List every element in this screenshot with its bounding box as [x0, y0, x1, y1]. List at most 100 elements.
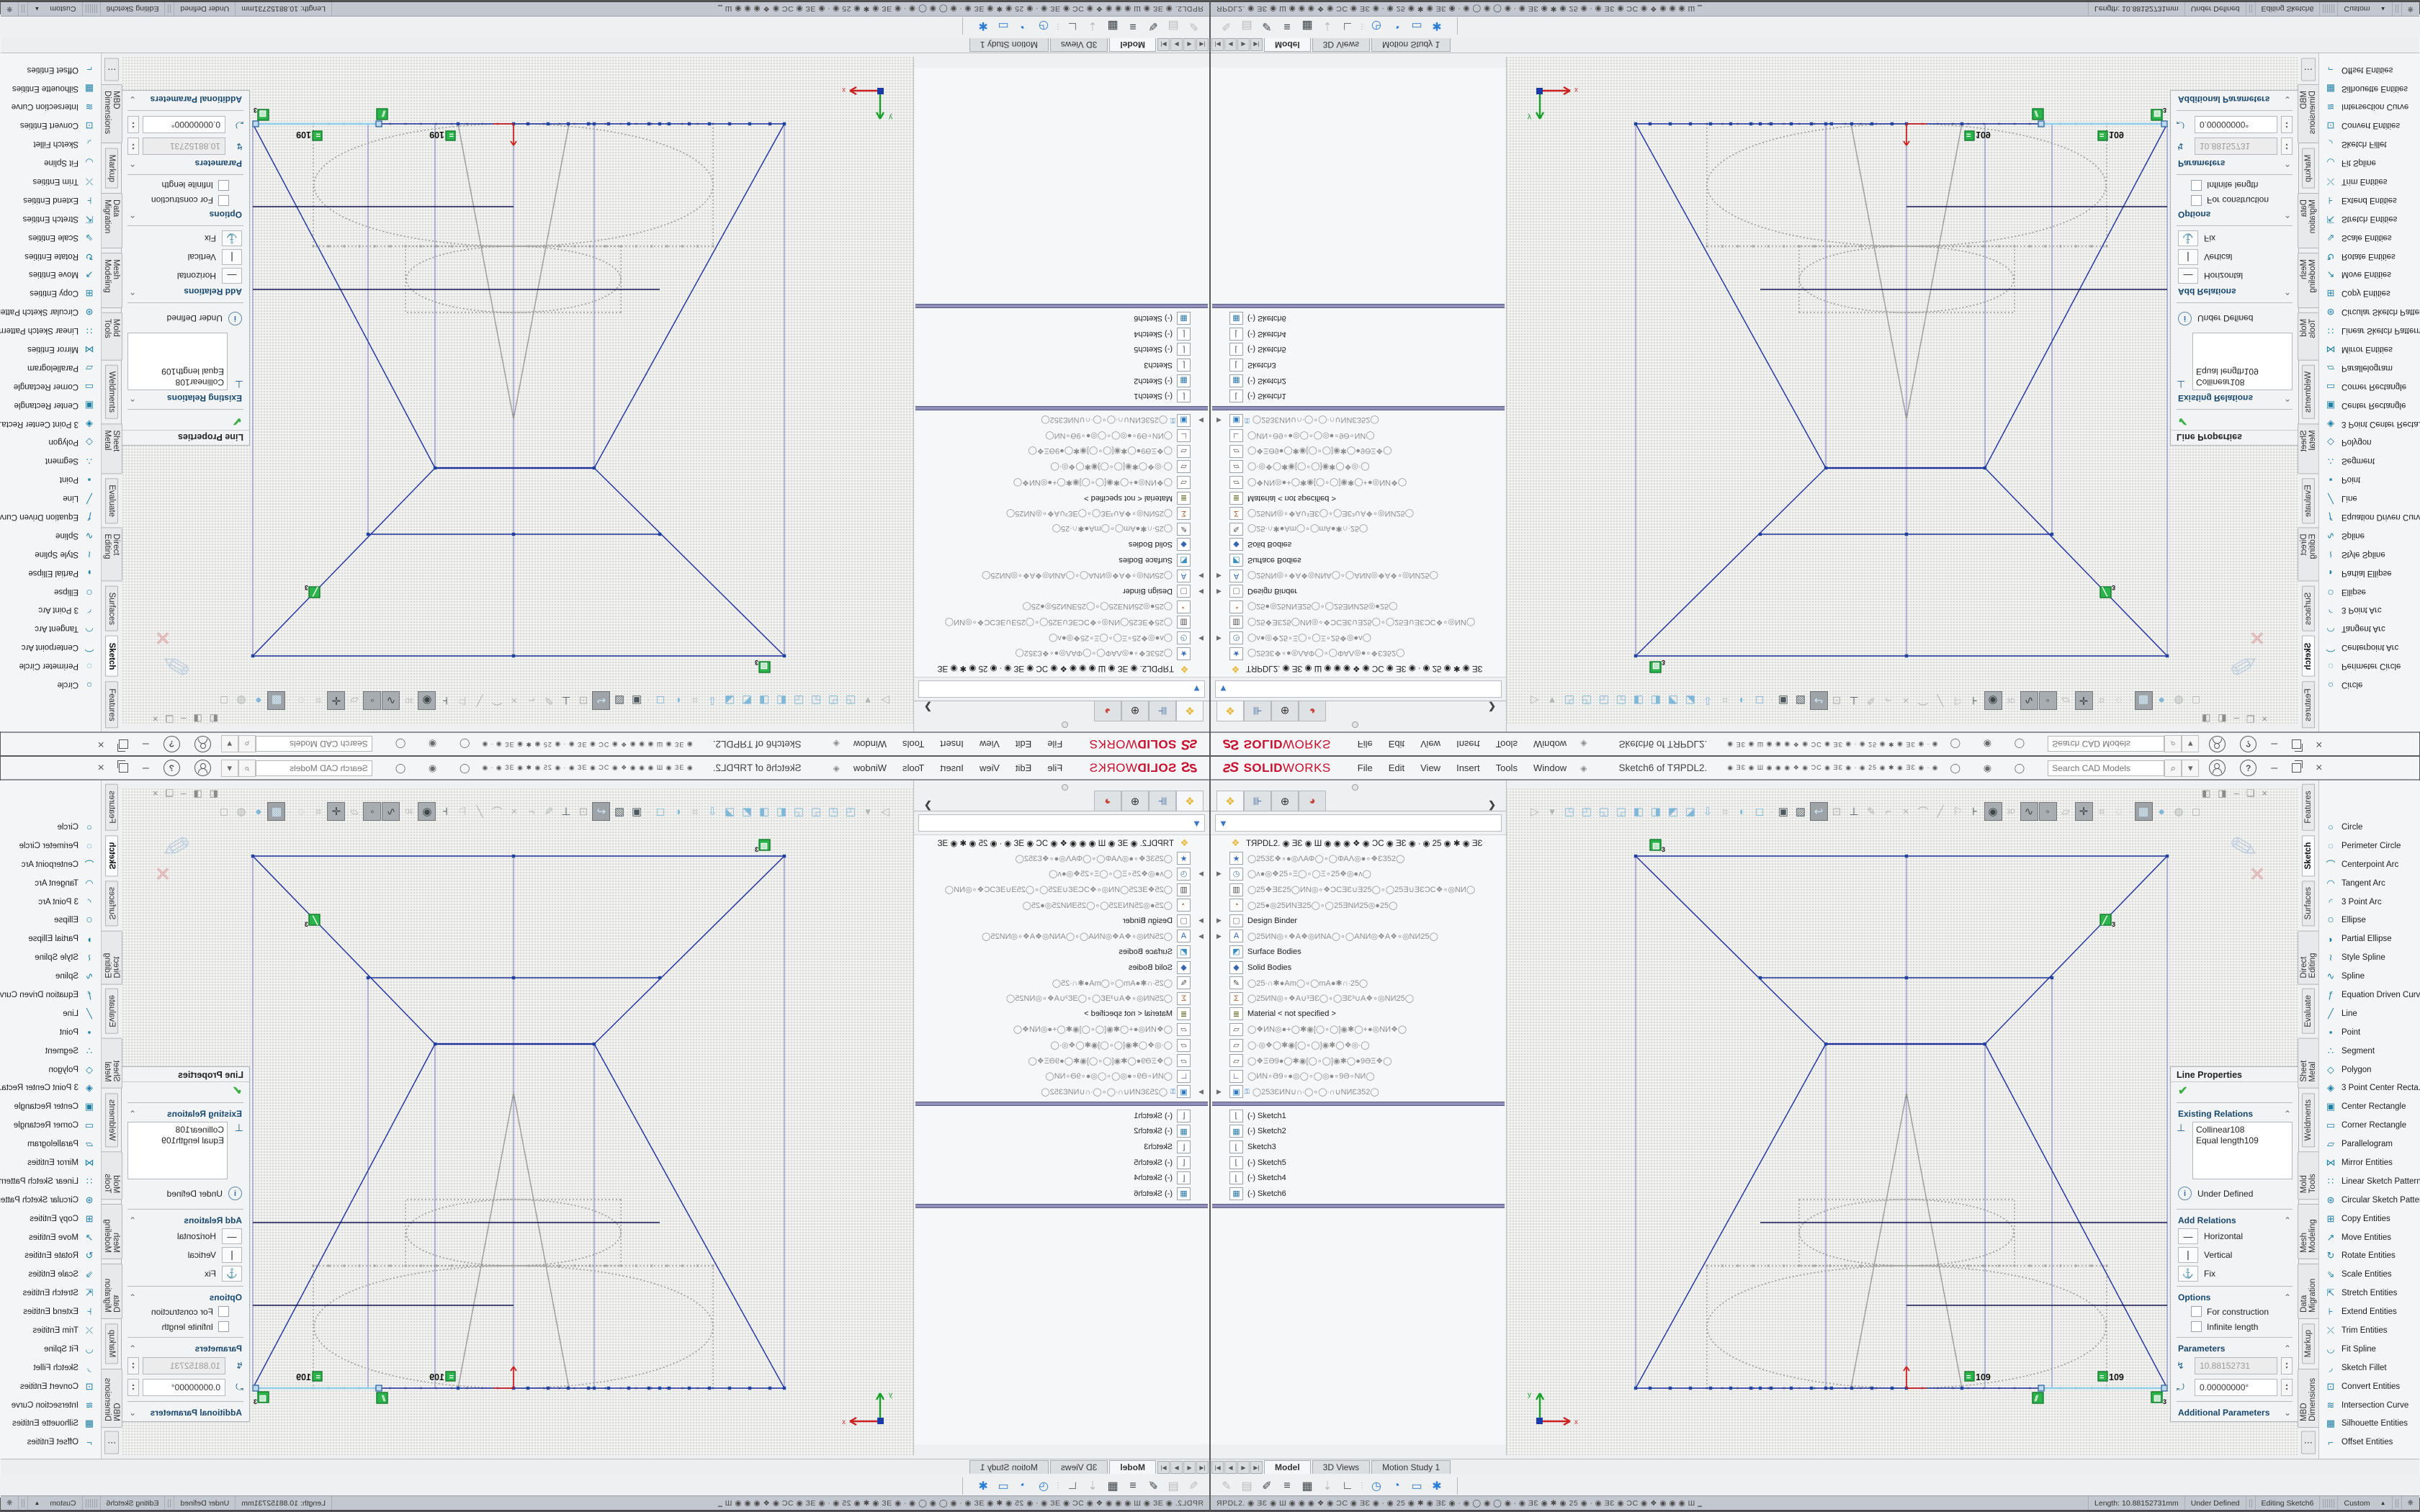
- parameters-header[interactable]: Parameters⌃: [122, 157, 249, 171]
- toolbar-icon[interactable]: ▱: [2058, 692, 2074, 709]
- checkbox-construction[interactable]: [2191, 1306, 2202, 1317]
- palette-item-perimeter-circle[interactable]: ◌Perimeter Circle: [0, 837, 101, 855]
- pin-icon[interactable]: ◈: [1580, 763, 1587, 773]
- add-relation-fix[interactable]: ⚓Fix: [122, 1264, 249, 1283]
- bottom-toolbar-icon[interactable]: ◔: [1014, 1477, 1033, 1495]
- tree-item[interactable]: ⌊Sketch3: [1211, 357, 1506, 373]
- toolbar-icon[interactable]: ╱: [1932, 803, 1949, 820]
- tree-item[interactable]: ◆Solid Bodies: [1211, 960, 1506, 976]
- bottom-toolbar-icon[interactable]: ✱: [1428, 1477, 1446, 1495]
- toolbar-icon[interactable]: ▷: [877, 803, 894, 820]
- toolbar-icon[interactable]: ▨: [1793, 803, 1809, 820]
- child-window-controls[interactable]: ◧◨–❏×: [2202, 788, 2267, 799]
- toolbar-icon[interactable]: ⊥: [1846, 803, 1863, 820]
- toolbar-icon[interactable]: ◦: [364, 691, 382, 710]
- palette-item-circular-sketch-pattern[interactable]: ⊛Circular Sketch Pattern: [2319, 302, 2420, 321]
- tree-item[interactable]: ⌊(-) Sketch1: [914, 388, 1209, 404]
- dock-right-icon[interactable]: ◨: [2218, 713, 2226, 724]
- child-restore-button[interactable]: ❏: [166, 788, 174, 799]
- tab-evaluate[interactable]: Evaluate: [2302, 989, 2315, 1034]
- angle-field[interactable]: 0.00000000°: [2195, 116, 2277, 133]
- toolbar-icon[interactable]: ◻: [1752, 692, 1768, 709]
- featuremanager-tab[interactable]: ❖: [1176, 701, 1204, 721]
- toolbar-icon[interactable]: ×: [1898, 803, 1914, 820]
- tab-nav-icon[interactable]: ▶|: [1250, 1461, 1263, 1474]
- palette-item-scale-entities[interactable]: ⇘Scale Entities: [0, 228, 101, 247]
- tree-item[interactable]: Σ◯25ИN◎∘❖Α∪³ƎƐ◯∘◯ƎƐ³∪Α❖∘◎NИ25◯: [1211, 505, 1506, 521]
- expand-arrow-icon[interactable]: ▶: [1195, 870, 1204, 878]
- palette-item-ellipse[interactable]: ⬯Ellipse: [2319, 911, 2420, 930]
- bottom-toolbar-icon[interactable]: ✱: [974, 1477, 992, 1495]
- toolbar-icon[interactable]: ◧: [1631, 803, 1647, 820]
- toolbar-icon[interactable]: ∙: [1769, 803, 1775, 820]
- palette-item-offset-entities[interactable]: ⌐Offset Entities: [0, 60, 101, 79]
- palette-item-3-point-arc[interactable]: ◜3 Point Arc: [2319, 893, 2420, 912]
- propertymanager-tab[interactable]: ⊪: [1149, 701, 1176, 721]
- collapse-icon[interactable]: ⌃: [2284, 1215, 2291, 1225]
- tree-item[interactable]: ⌊(-) Sketch5: [1211, 1155, 1506, 1171]
- tab-weldments[interactable]: Weldments: [2302, 1093, 2315, 1147]
- tab-nav-icon[interactable]: ▶|: [1250, 38, 1263, 51]
- tree-item[interactable]: ▶◷◯ʌ●◎❖25∘Ξ◯∘◯Ξ∘25❖◎●ʌ◯: [914, 866, 1209, 882]
- tab-nav-icon[interactable]: ▶|: [1157, 38, 1170, 51]
- tree-item[interactable]: ◔◯25●◎25ИNƎ25◯∘◯25ƎNИ25◎●25◯: [1211, 599, 1506, 615]
- toolbar-icon[interactable]: ◍: [233, 692, 250, 709]
- tree-item[interactable]: ▥◯25❖ƎƐ25◯ИN◎∘❖ƆCƎƐ∪Ǝ25◯∘◯25Ǝ∪ƎƐƆC❖∘◎NИ◯: [914, 615, 1209, 631]
- rollback-bar[interactable]: [915, 1102, 1208, 1106]
- bottom-toolbar-icon[interactable]: ∟: [1338, 17, 1357, 36]
- palette-item-line[interactable]: ╱Line: [2319, 489, 2420, 508]
- toolbar-icon[interactable]: ◳: [1561, 692, 1578, 709]
- angle-field[interactable]: 0.00000000°: [2195, 1379, 2277, 1396]
- tree-item[interactable]: ▱◯∙◎❖◯✱◉[◯∘◯]◉✱◯❖◎∙◯: [1211, 1038, 1506, 1053]
- length-spinner[interactable]: ▴▾: [2281, 138, 2293, 155]
- tree-item[interactable]: ▶A◯25ИN◎∘❖Α❖◎ИNΑ◯∘◯ΑNИ◎❖Α❖∘◎NИ25◯: [1211, 929, 1506, 945]
- bottom-toolbar-icon[interactable]: ≡: [1124, 1477, 1142, 1495]
- toolbar-icon[interactable]: ◻: [216, 803, 233, 820]
- tree-item[interactable]: ▶A◯25ИN◎∘❖Α❖◎ИNΑ◯∘◯ΑNИ◎❖Α❖∘◎NИ25◯: [914, 929, 1209, 945]
- angle-spinner[interactable]: ▴▾: [2281, 116, 2293, 133]
- search-dropdown-icon[interactable]: ▾: [221, 760, 238, 777]
- help-icon[interactable]: ?: [2240, 736, 2257, 752]
- toolbar-icon[interactable]: ✎: [1863, 803, 1880, 820]
- collapse-icon[interactable]: ⌃: [2284, 1109, 2291, 1119]
- toolbar-icon[interactable]: ◪: [722, 692, 738, 709]
- bottom-toolbar-icon[interactable]: ▦: [1103, 1477, 1122, 1495]
- tree-item[interactable]: ≣Material < not specified >: [1211, 490, 1506, 506]
- tab-mold-tools[interactable]: Mold Tools: [101, 312, 122, 361]
- collapse-icon[interactable]: ⌃: [2284, 210, 2291, 220]
- existing-relations-header[interactable]: Existing Relations⌃: [122, 392, 249, 406]
- toolbar-icon[interactable]: ▨: [1793, 692, 1809, 709]
- menu-file[interactable]: File: [1358, 762, 1373, 773]
- search-dropdown-icon[interactable]: ▾: [2182, 760, 2199, 777]
- search-icon[interactable]: ⌕: [2164, 736, 2182, 753]
- checkbox-length[interactable]: [2191, 180, 2202, 191]
- menu-insert[interactable]: Insert: [940, 739, 964, 750]
- bottom-toolbar-icon[interactable]: ✎: [1217, 17, 1236, 36]
- tree-item[interactable]: ▥◯25❖ƎƐ25◯ИN◎∘❖ƆCƎƐ∪Ǝ25◯∘◯25Ǝ∪ƎƐƆC❖∘◎NИ◯: [1211, 615, 1506, 631]
- bottom-toolbar-icon[interactable]: ⋮: [1358, 17, 1366, 36]
- bottom-toolbar-icon[interactable]: ≡: [1278, 17, 1296, 36]
- tree-item[interactable]: ▱◯∙◎❖◯✱◉[◯∘◯]◉✱◯❖◎∙◯: [1211, 459, 1506, 475]
- palette-item-parallelogram[interactable]: ▱Parallelogram: [2319, 359, 2420, 377]
- toolbar-icon[interactable]: ✛: [2075, 802, 2093, 821]
- toolbar-icon[interactable]: ◦: [364, 802, 382, 821]
- palette-item-equation-driven-curve[interactable]: ƒEquation Driven Curve: [0, 508, 101, 526]
- tree-item[interactable]: ⌊(-) Sketch5: [914, 1155, 1209, 1171]
- options-header[interactable]: Options⌃: [2171, 1290, 2298, 1304]
- rollback-bar[interactable]: [1212, 1102, 1505, 1106]
- checkbox-length[interactable]: [218, 180, 229, 191]
- palette-item-3-point-arc[interactable]: ◜3 Point Arc: [2319, 601, 2420, 620]
- tree-item[interactable]: ★◯253Ɛ❖∘●◎ΛΑΦ◯∘◯ΦΑΛ◎●∘❖Ɛ352◯: [914, 646, 1209, 662]
- palette-item-rotate-entities[interactable]: ↻Rotate Entities: [2319, 247, 2420, 266]
- palette-item-circular-sketch-pattern[interactable]: ⊛Circular Sketch Pattern: [0, 1191, 101, 1210]
- tree-item[interactable]: ⌊Sketch3: [914, 1139, 1209, 1155]
- pin-icon[interactable]: ◈: [833, 739, 840, 750]
- palette-item-equation-driven-curve[interactable]: ƒEquation Driven Curve: [0, 986, 101, 1004]
- tab-markup[interactable]: Markup: [105, 1323, 118, 1364]
- expand-arrow-icon[interactable]: ▶: [1216, 1088, 1225, 1096]
- confirmation-corner[interactable]: ✎ ×: [156, 827, 190, 888]
- tree-item[interactable]: ▶▣⚿◯253ƐИN∪∩∙◯∘◯∙∩∪NИƐ352◯: [914, 1084, 1209, 1100]
- toolbar-icon[interactable]: ⊦: [437, 803, 454, 820]
- menu-edit[interactable]: Edit: [1389, 762, 1404, 773]
- tab-sketch[interactable]: Sketch: [2302, 636, 2315, 677]
